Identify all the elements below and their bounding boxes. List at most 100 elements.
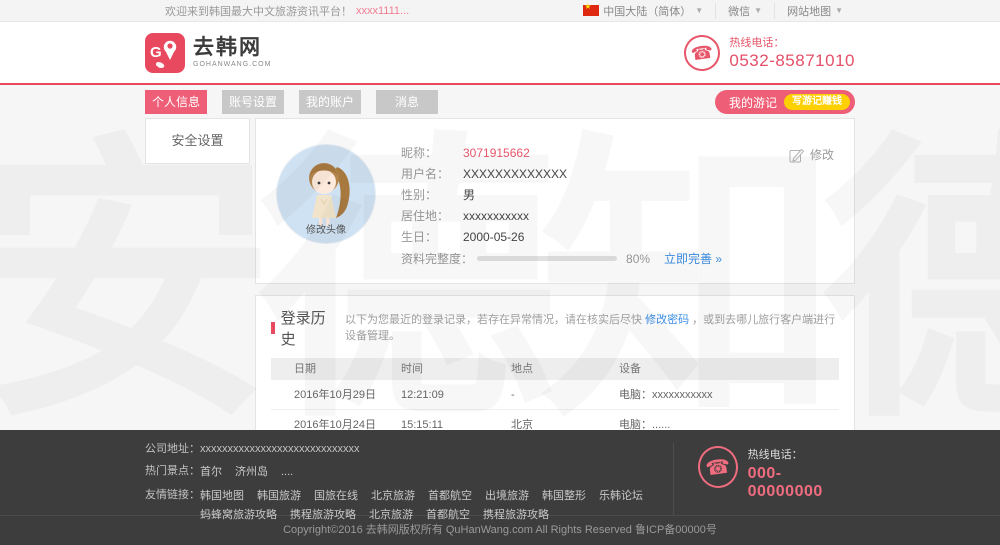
chevron-down-icon: ▼ <box>835 6 843 15</box>
site-header: G 去韩网 GOHANWANG.COM ☎ 热线电话： 0532-8587101… <box>0 22 1000 85</box>
tab-my-account[interactable]: 我的账户 <box>299 90 361 114</box>
cell-device: 电脑：xxxxxxxxxxx <box>619 380 839 410</box>
profile-fields: 昵称：3071915662 用户名：XXXXXXXXXXXXX 性别：男 居住地… <box>401 143 722 269</box>
friend-link[interactable]: 携程旅游攻略 <box>290 508 356 523</box>
login-history-desc: 以下为您最近的登录记录，若存在异常情况，请在核实后尽快 修改密码 ，或到去哪儿旅… <box>345 311 839 343</box>
edit-profile-button[interactable]: 修改 <box>789 146 834 163</box>
region-label: 中国大陆（简体） <box>603 3 691 19</box>
section-bullet <box>271 322 275 334</box>
field-label: 昵称： <box>401 143 463 164</box>
main-area: 安德知德 个人信息 账号设置 我的账户 消息 我的游记 写游记赚钱 安全设置 <box>0 85 1000 430</box>
complete-now-link[interactable]: 立即完善 » <box>664 250 722 267</box>
logo-text: 去韩网 <box>193 37 271 58</box>
change-password-link[interactable]: 修改密码 <box>645 314 689 326</box>
table-row: 2016年10月24日 15:15:11 北京 电脑：...... <box>271 410 839 430</box>
completeness-label: 资料完整度： <box>401 250 473 267</box>
site-footer: 公司地址： xxxxxxxxxxxxxxxxxxxxxxxxxxxxx 热门景点… <box>0 430 1000 515</box>
completeness-bar <box>477 256 617 261</box>
tab-account-settings[interactable]: 账号设置 <box>222 90 284 114</box>
friend-link[interactable]: 乐韩论坛 <box>599 489 643 504</box>
friend-link[interactable]: 韩国地图 <box>200 489 244 504</box>
address-value: xxxxxxxxxxxxxxxxxxxxxxxxxxxxx <box>200 443 360 456</box>
sidebar-item-security[interactable]: 安全设置 <box>145 118 250 164</box>
col-time: 时间 <box>401 358 511 380</box>
svg-text:G: G <box>150 44 162 61</box>
wechat-label: 微信 <box>728 3 750 19</box>
friend-link[interactable]: 北京旅游 <box>371 489 415 504</box>
friend-link[interactable]: 首都航空 <box>428 489 472 504</box>
friend-link[interactable]: 北京旅游 <box>369 508 413 523</box>
cell-time: 15:15:11 <box>401 410 511 430</box>
chevron-down-icon: ▼ <box>754 6 762 15</box>
logo-domain: GOHANWANG.COM <box>193 61 271 68</box>
cell-time: 12:21:09 <box>401 380 511 410</box>
welcome-text: 欢迎来到韩国最大中文旅游资讯平台！ <box>165 3 352 19</box>
profile-tabs: 个人信息 账号设置 我的账户 消息 我的游记 写游记赚钱 <box>145 90 855 114</box>
topbar-account-link[interactable]: xxxx1111... <box>356 5 409 17</box>
sitemap-menu[interactable]: 网站地图 ▼ <box>774 3 855 19</box>
nickname-value: 3071915662 <box>463 143 530 164</box>
field-label: 用户名： <box>401 164 463 185</box>
hot-spots-label: 热门景点： <box>145 465 200 480</box>
completeness-percent: 80% <box>626 252 650 266</box>
hotline-number: 0532-85871010 <box>729 51 855 71</box>
login-history-card: 登录历史 以下为您最近的登录记录，若存在异常情况，请在核实后尽快 修改密码 ，或… <box>255 295 855 430</box>
footer-hotline-label: 热线电话： <box>748 446 855 462</box>
friend-link[interactable]: 出境旅游 <box>485 489 529 504</box>
footer-hotline-number: 000- 00000000 <box>748 465 855 501</box>
friend-link[interactable]: 首都航空 <box>426 508 470 523</box>
avatar-caption: 修改头像 <box>277 221 375 236</box>
page: 欢迎来到韩国最大中文旅游资讯平台！ xxxx1111... ★ 中国大陆（简体）… <box>0 0 1000 545</box>
friend-link[interactable]: 蚂蜂窝旅游攻略 <box>200 508 277 523</box>
hot-spot-link[interactable]: 首尔 <box>200 465 222 480</box>
hot-spot-link[interactable]: .... <box>281 465 293 480</box>
friend-links-label: 友情链接： <box>145 489 200 523</box>
friend-link[interactable]: 携程旅游攻略 <box>483 508 549 523</box>
region-selector[interactable]: ★ 中国大陆（简体） ▼ <box>571 3 715 19</box>
travelogue-badge: 写游记赚钱 <box>784 94 850 110</box>
field-label: 生日： <box>401 227 463 248</box>
friend-link[interactable]: 国旅在线 <box>314 489 358 504</box>
profile-card: 修改头像 昵称：3071915662 用户名：XXXXXXXXXXXXX 性别：… <box>255 118 855 284</box>
wechat-menu[interactable]: 微信 ▼ <box>715 3 774 19</box>
birthday-value: 2000-05-26 <box>463 227 524 248</box>
login-history-table: 日期 时间 地点 设备 2016年10月29日 12:21:09 - 电脑：xx… <box>271 358 839 430</box>
field-label: 性别： <box>401 185 463 206</box>
my-travelogue-button[interactable]: 我的游记 写游记赚钱 <box>715 90 855 114</box>
cell-date: 2016年10月24日 <box>294 410 401 430</box>
china-flag-icon: ★ <box>583 5 599 16</box>
login-history-title: 登录历史 <box>281 307 335 349</box>
cell-place: 北京 <box>511 410 619 430</box>
address-label: 公司地址： <box>145 443 200 456</box>
cell-place: - <box>511 380 619 410</box>
friend-link[interactable]: 韩国旅游 <box>257 489 301 504</box>
tab-messages[interactable]: 消息 <box>376 90 438 114</box>
table-row: 2016年10月29日 12:21:09 - 电脑：xxxxxxxxxxx <box>271 380 839 410</box>
username-value: XXXXXXXXXXXXX <box>463 164 567 185</box>
logo-icon: G <box>145 33 185 73</box>
col-device: 设备 <box>619 358 839 380</box>
topbar: 欢迎来到韩国最大中文旅游资讯平台！ xxxx1111... ★ 中国大陆（简体）… <box>0 0 1000 22</box>
sitemap-label: 网站地图 <box>787 3 831 19</box>
header-hotline: ☎ 热线电话： 0532-85871010 <box>684 34 855 71</box>
cell-device: 电脑：...... <box>619 410 839 430</box>
cell-date: 2016年10月29日 <box>294 380 401 410</box>
travelogue-label: 我的游记 <box>729 94 777 111</box>
residence-value: xxxxxxxxxxx <box>463 206 529 227</box>
pencil-icon <box>789 147 805 163</box>
avatar[interactable]: 修改头像 <box>276 144 376 244</box>
chevron-down-icon: ▼ <box>695 6 703 15</box>
gender-value: 男 <box>463 185 475 206</box>
field-label: 居住地： <box>401 206 463 227</box>
edit-label: 修改 <box>810 146 834 163</box>
col-place: 地点 <box>511 358 619 380</box>
friend-link[interactable]: 韩国整形 <box>542 489 586 504</box>
col-date: 日期 <box>294 358 401 380</box>
hotline-label: 热线电话： <box>729 34 855 50</box>
hot-spot-link[interactable]: 济州岛 <box>235 465 268 480</box>
tab-personal-info[interactable]: 个人信息 <box>145 90 207 114</box>
table-header-row: 日期 时间 地点 设备 <box>271 358 839 380</box>
phone-icon: ☎ <box>695 443 740 490</box>
phone-icon: ☎ <box>682 32 723 73</box>
site-logo[interactable]: G 去韩网 GOHANWANG.COM <box>145 33 271 73</box>
